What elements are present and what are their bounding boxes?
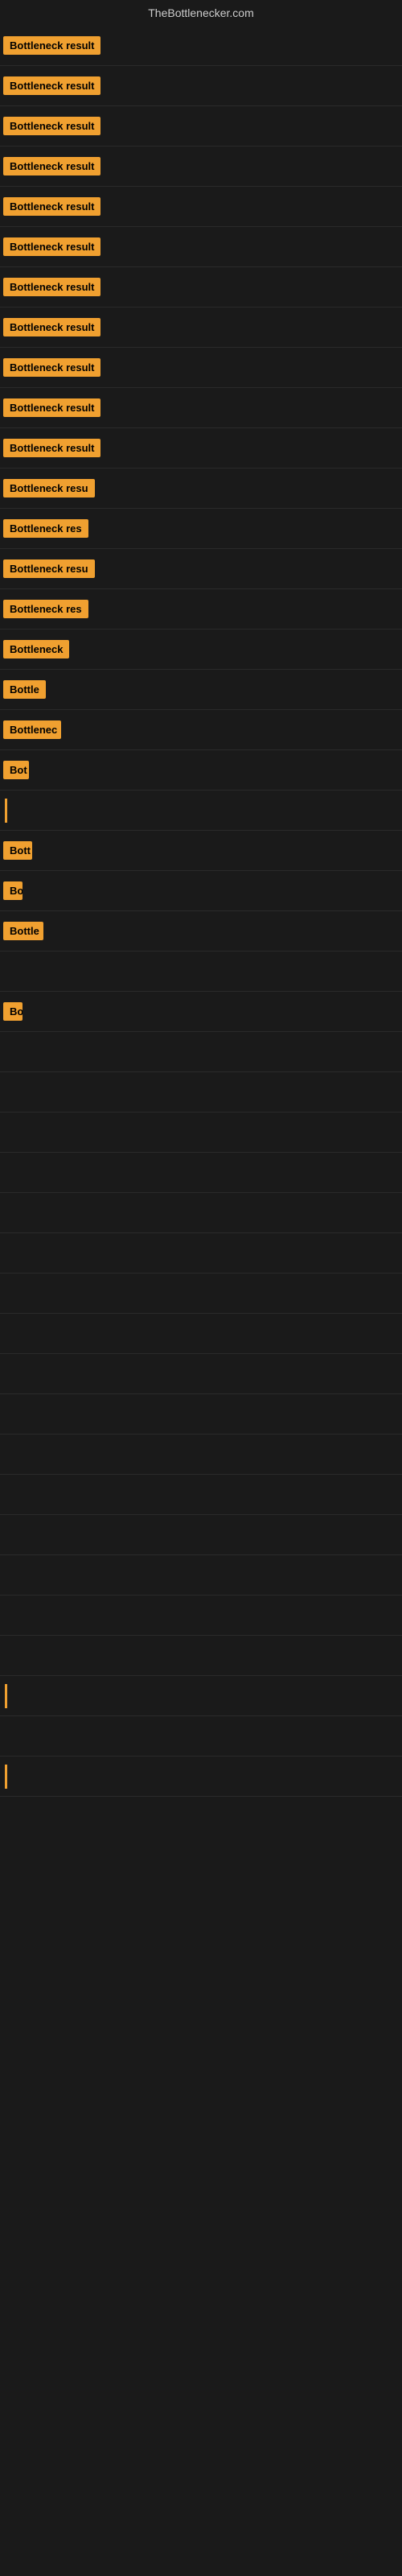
list-item: Bo <box>0 992 402 1032</box>
bottleneck-result-badge: Bottleneck result <box>3 76 100 95</box>
list-item: Bottleneck res <box>0 509 402 549</box>
list-item: Bottlenec <box>0 710 402 750</box>
bottleneck-result-badge: Bottleneck result <box>3 398 100 417</box>
list-item <box>0 1394 402 1435</box>
bottleneck-result-badge: Bottlenec <box>3 720 61 739</box>
bottleneck-result-badge: Bottleneck result <box>3 237 100 256</box>
list-item <box>0 952 402 992</box>
list-item: Bottleneck result <box>0 348 402 388</box>
list-item: Bottleneck result <box>0 106 402 147</box>
bottleneck-result-badge: Bottleneck resu <box>3 559 95 578</box>
list-item: Bottleneck result <box>0 428 402 469</box>
bottleneck-result-badge: Bottle <box>3 922 43 940</box>
bottleneck-result-badge: Bottleneck result <box>3 278 100 296</box>
bottleneck-result-badge: Bottle <box>3 680 46 699</box>
list-item <box>0 1233 402 1274</box>
list-item: Bottleneck result <box>0 227 402 267</box>
list-item <box>0 1354 402 1394</box>
vertical-line-indicator <box>5 1765 7 1789</box>
bottleneck-result-badge: Bottleneck result <box>3 439 100 457</box>
bottleneck-result-badge: Bo <box>3 1002 23 1021</box>
list-item: Bottle <box>0 670 402 710</box>
list-item: Bottleneck <box>0 630 402 670</box>
list-item <box>0 1113 402 1153</box>
list-item <box>0 1193 402 1233</box>
bottleneck-result-badge: Bottleneck result <box>3 117 100 135</box>
list-item <box>0 791 402 831</box>
bottleneck-result-badge: Bottleneck resu <box>3 479 95 497</box>
list-item <box>0 1596 402 1636</box>
bottleneck-result-badge: Bott <box>3 841 32 860</box>
bottleneck-result-badge: Bottleneck result <box>3 36 100 55</box>
list-item: Bottleneck result <box>0 308 402 348</box>
list-item: Bo <box>0 871 402 911</box>
bottleneck-result-badge: Bottleneck result <box>3 157 100 175</box>
vertical-line-indicator <box>5 799 7 823</box>
list-item: Bottleneck resu <box>0 549 402 589</box>
list-item: Bottle <box>0 911 402 952</box>
list-item <box>0 1757 402 1797</box>
bottleneck-result-badge: Bottleneck result <box>3 197 100 216</box>
list-item <box>0 1274 402 1314</box>
list-item: Bottleneck result <box>0 267 402 308</box>
list-item <box>0 1555 402 1596</box>
list-item: Bottleneck result <box>0 147 402 187</box>
list-item <box>0 1072 402 1113</box>
list-item <box>0 1676 402 1716</box>
bottleneck-result-badge: Bottleneck res <box>3 519 88 538</box>
site-title: TheBottlenecker.com <box>0 0 402 26</box>
list-item: Bot <box>0 750 402 791</box>
list-item <box>0 1716 402 1757</box>
list-item: Bott <box>0 831 402 871</box>
list-item <box>0 1475 402 1515</box>
list-item: Bottleneck resu <box>0 469 402 509</box>
bottleneck-result-badge: Bottleneck <box>3 640 69 658</box>
bottleneck-result-badge: Bottleneck res <box>3 600 88 618</box>
list-item: Bottleneck result <box>0 388 402 428</box>
list-item <box>0 1515 402 1555</box>
list-item: Bottleneck result <box>0 26 402 66</box>
list-item <box>0 1153 402 1193</box>
bottleneck-result-badge: Bottleneck result <box>3 318 100 336</box>
bottleneck-result-badge: Bot <box>3 761 29 779</box>
bottleneck-result-badge: Bo <box>3 881 23 900</box>
bottleneck-result-badge: Bottleneck result <box>3 358 100 377</box>
list-item <box>0 1636 402 1676</box>
list-item <box>0 1435 402 1475</box>
vertical-line-indicator <box>5 1684 7 1708</box>
list-item <box>0 1032 402 1072</box>
list-item <box>0 1314 402 1354</box>
list-item: Bottleneck result <box>0 66 402 106</box>
list-item: Bottleneck result <box>0 187 402 227</box>
list-item: Bottleneck res <box>0 589 402 630</box>
